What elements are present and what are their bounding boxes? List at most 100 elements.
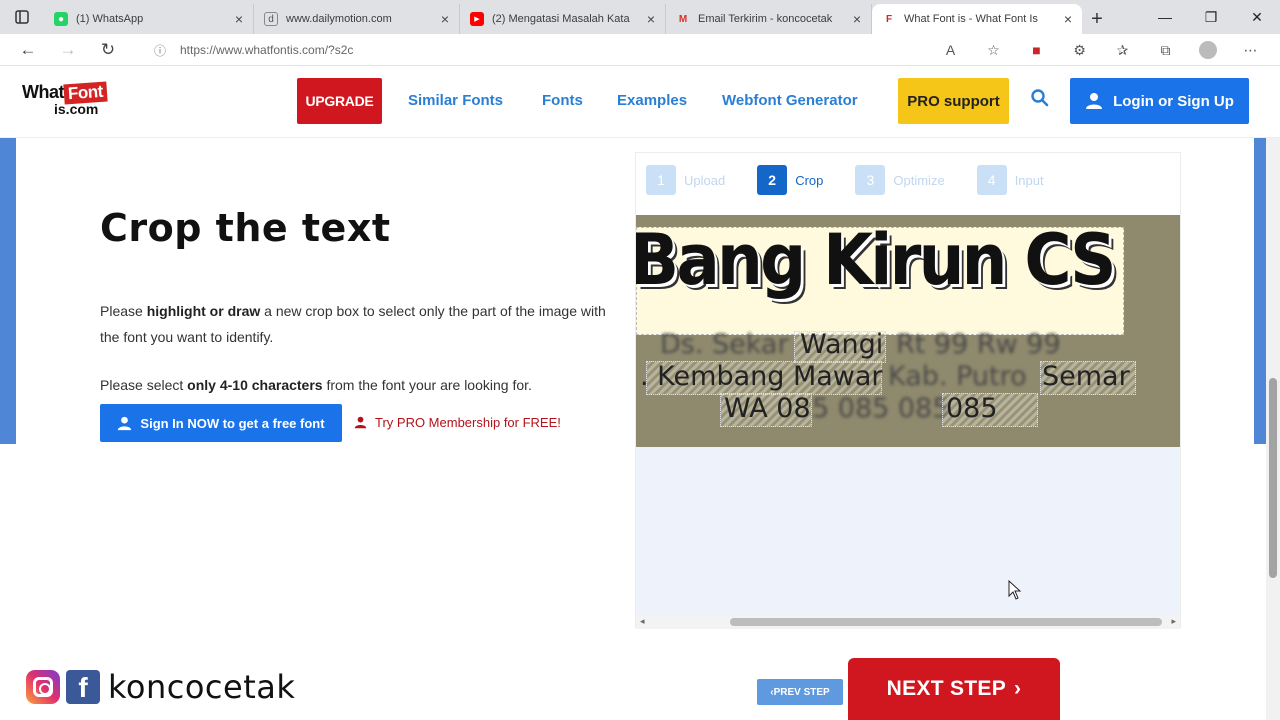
close-tab-icon[interactable]: × [441, 11, 449, 27]
whatfontis-logo[interactable]: What Font is.com [22, 81, 132, 122]
url-field[interactable]: ⓘ https://www.whatfontis.com/?s2c [150, 38, 1020, 62]
tab-whatsapp[interactable]: ● (1) WhatsApp × [44, 4, 254, 34]
tab-actions-button[interactable] [0, 0, 44, 34]
login-signup-button[interactable]: Login or Sign Up [1070, 78, 1249, 124]
dailymotion-icon: d [264, 12, 278, 26]
close-tab-icon[interactable]: × [853, 11, 861, 27]
user-icon [354, 416, 367, 429]
instr-text: Please [100, 303, 147, 319]
site-header: What Font is.com UPGRADE Similar Fonts Fo… [0, 66, 1280, 138]
next-step-label: NEXT STEP [886, 677, 1007, 700]
instr-bold: highlight or draw [146, 303, 261, 319]
tab-whatfontis[interactable]: F What Font is - What Font Is × [872, 4, 1082, 34]
image-text: 085 [946, 393, 998, 424]
image-text: Semar [1042, 361, 1130, 392]
step-optimize[interactable]: 3 Optimize [855, 165, 945, 195]
user-icon [1086, 93, 1103, 109]
step-label: Optimize [893, 172, 945, 188]
tab-title: Email Terkirim - koncocetak [698, 13, 833, 25]
close-window-button[interactable]: ✕ [1234, 0, 1280, 34]
reload-button[interactable]: ↻ [88, 34, 128, 66]
tab-title: What Font is - What Font Is [904, 13, 1038, 25]
close-tab-icon[interactable]: × [235, 11, 243, 27]
horizontal-scroll-thumb[interactable] [730, 618, 1162, 626]
user-icon [118, 416, 132, 430]
try-pro-link[interactable]: Try PRO Membership for FREE! [354, 415, 561, 430]
step-label: Upload [684, 172, 726, 188]
add-favorite-icon[interactable]: ☆ [972, 42, 1015, 59]
right-accent-bar [1254, 138, 1266, 444]
more-menu-icon[interactable]: ⋯ [1229, 42, 1272, 59]
step-upload[interactable]: 1 Upload [646, 165, 725, 195]
url-text: https://www.whatfontis.com/?s2c [180, 43, 354, 57]
prev-step-label: PREV STEP [773, 686, 830, 698]
minimize-button[interactable]: — [1142, 0, 1188, 34]
scroll-thumb[interactable] [1269, 378, 1277, 578]
site-info-icon[interactable]: ⓘ [150, 40, 170, 60]
browser-toolbar: A ☆ ■ ⚙ ✰ ⧉ ⋯ [929, 34, 1272, 66]
read-aloud-icon[interactable]: A [929, 42, 972, 58]
tab-gmail[interactable]: M Email Terkirim - koncocetak × [666, 4, 872, 34]
window-controls: — ❐ ✕ [1142, 0, 1280, 34]
nav-fonts[interactable]: Fonts [542, 92, 583, 109]
whatfontis-icon: F [885, 13, 893, 25]
back-button[interactable]: ← [8, 34, 48, 66]
facebook-icon: f [66, 670, 100, 704]
image-text: Wangi [800, 329, 884, 360]
tab-dailymotion[interactable]: d www.dailymotion.com × [254, 4, 460, 34]
uploaded-image-canvas[interactable]: Bang Kirun CS Ds. Sekar Wangi Rt 99 Rw 9… [636, 215, 1180, 447]
tab-youtube[interactable]: ▶ (2) Mengatasi Masalah Kata × [460, 4, 666, 34]
browser-tab-bar: ● (1) WhatsApp × d www.dailymotion.com ×… [0, 0, 1280, 34]
instr-text: from the font your are looking for. [322, 377, 532, 393]
login-label: Login or Sign Up [1113, 92, 1234, 110]
step-label: Crop [795, 172, 824, 188]
prev-step-button[interactable]: ‹ PREV STEP [757, 679, 843, 705]
close-tab-icon[interactable]: × [1064, 11, 1072, 27]
whatsapp-icon: ● [54, 12, 68, 26]
search-icon[interactable] [1030, 88, 1050, 108]
profile-avatar[interactable] [1199, 41, 1217, 59]
extensions-icon[interactable]: ⚙ [1058, 42, 1101, 59]
forward-button[interactable]: → [48, 34, 88, 66]
favorites-icon[interactable]: ✰ [1101, 42, 1144, 59]
maximize-button[interactable]: ❐ [1188, 0, 1234, 34]
scroll-right-icon[interactable]: ▸ [1171, 616, 1176, 627]
instr-bold: only 4-10 characters [187, 377, 323, 393]
image-text: . Kembang Mawar [640, 361, 883, 392]
step-crop[interactable]: 2 Crop [757, 165, 823, 195]
instr-text: Please select [100, 377, 188, 393]
logo-word-what: What [22, 82, 65, 102]
crop-panel: 1 Upload 2 Crop 3 Optimize 4 Input Bang Kiru… [635, 152, 1181, 629]
canvas-empty-area [636, 447, 1180, 617]
pro-support-button[interactable]: PRO support [898, 78, 1009, 124]
image-text: 5 085 085 [812, 393, 950, 424]
page-title: Crop the text [100, 206, 391, 250]
new-tab-button[interactable]: + [1082, 4, 1112, 34]
image-text: Ds. Sekar [660, 329, 789, 360]
page-scrollbar[interactable] [1266, 138, 1280, 720]
close-tab-icon[interactable]: × [647, 11, 655, 27]
character-instructions: Please select only 4-10 characters from … [100, 372, 610, 398]
step-number: 2 [757, 165, 788, 195]
image-text: Rt 99 Rw 99 [896, 329, 1061, 360]
step-input[interactable]: 4 Input [976, 165, 1044, 195]
extension-icon[interactable]: ■ [1015, 42, 1058, 58]
image-headline-text: Bang Kirun CS [636, 219, 1116, 301]
nav-similar-fonts[interactable]: Similar Fonts [408, 92, 503, 109]
chevron-right-icon: › [1014, 677, 1022, 700]
tab-title: (1) WhatsApp [76, 13, 144, 25]
collections-icon[interactable]: ⧉ [1144, 42, 1187, 59]
upgrade-button[interactable]: UPGRADE [297, 78, 382, 124]
next-step-button[interactable]: NEXT STEP › [848, 658, 1060, 720]
scroll-left-icon[interactable]: ◂ [640, 616, 645, 627]
left-accent-bar [0, 138, 16, 444]
signin-free-font-button[interactable]: Sign In NOW to get a free font [100, 404, 342, 442]
logo-word-font: Font [63, 81, 108, 105]
plus-icon: + [1091, 7, 1103, 30]
nav-webfont-generator[interactable]: Webfont Generator [722, 92, 858, 109]
canvas-horizontal-scrollbar[interactable]: ◂ ▸ [636, 615, 1180, 629]
nav-examples[interactable]: Examples [617, 92, 687, 109]
browser-address-bar: ← → ↻ ⓘ https://www.whatfontis.com/?s2c … [0, 34, 1280, 66]
step-number: 1 [646, 165, 676, 195]
step-number: 3 [855, 165, 886, 195]
